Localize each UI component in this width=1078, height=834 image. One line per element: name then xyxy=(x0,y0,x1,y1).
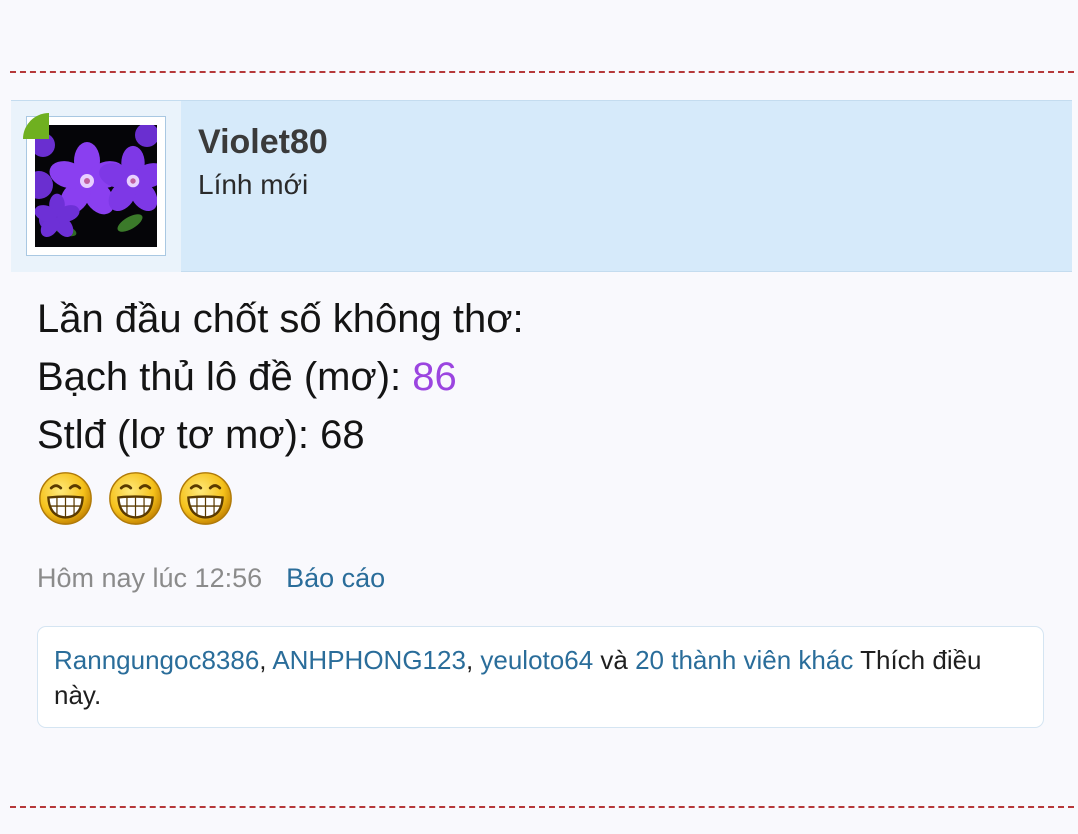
post-meta: Hôm nay lúc 12:56 Báo cáo xyxy=(37,563,385,594)
grin-smiley-icon xyxy=(179,471,232,525)
highlighted-number: 86 xyxy=(412,355,457,399)
post-separator-bottom xyxy=(10,806,1074,808)
grin-smiley-icon xyxy=(39,471,92,525)
user-title: Lính mới xyxy=(198,169,309,200)
report-link[interactable]: Báo cáo xyxy=(286,563,385,593)
post-user-header: Violet80 Lính mới xyxy=(11,100,1072,272)
purple-flowers-avatar xyxy=(35,125,157,247)
likes-and: và xyxy=(593,645,636,675)
grin-smiley-icon xyxy=(109,471,162,525)
post-separator-top xyxy=(10,71,1074,73)
liker-link[interactable]: Ranngungoc8386 xyxy=(54,645,259,675)
likes-summary: Ranngungoc8386, ANHPHONG123, yeuloto64 v… xyxy=(37,626,1044,728)
message-line-1: Lần đầu chốt số không thơ: xyxy=(37,297,524,341)
username[interactable]: Violet80 xyxy=(198,123,328,162)
liker-link[interactable]: ANHPHONG123 xyxy=(272,645,466,675)
message-line-2: Bạch thủ lô đề (mơ): 86 xyxy=(37,348,524,406)
online-indicator-icon xyxy=(23,113,49,139)
message-line-2-text: Bạch thủ lô đề (mơ): xyxy=(37,355,413,399)
message-line-3: Stlđ (lơ tơ mơ): 68 xyxy=(37,413,365,457)
post-date[interactable]: Hôm nay lúc 12:56 xyxy=(37,563,262,593)
smilies-row xyxy=(37,468,524,526)
likes-separator: , xyxy=(465,645,481,675)
post-message: Lần đầu chốt số không thơ: Bạch thủ lô đ… xyxy=(37,290,524,526)
liker-link[interactable]: yeuloto64 xyxy=(480,645,593,675)
avatar-container xyxy=(11,101,181,272)
other-likers-link[interactable]: 20 thành viên khác xyxy=(635,645,853,675)
likes-separator: , xyxy=(259,645,273,675)
